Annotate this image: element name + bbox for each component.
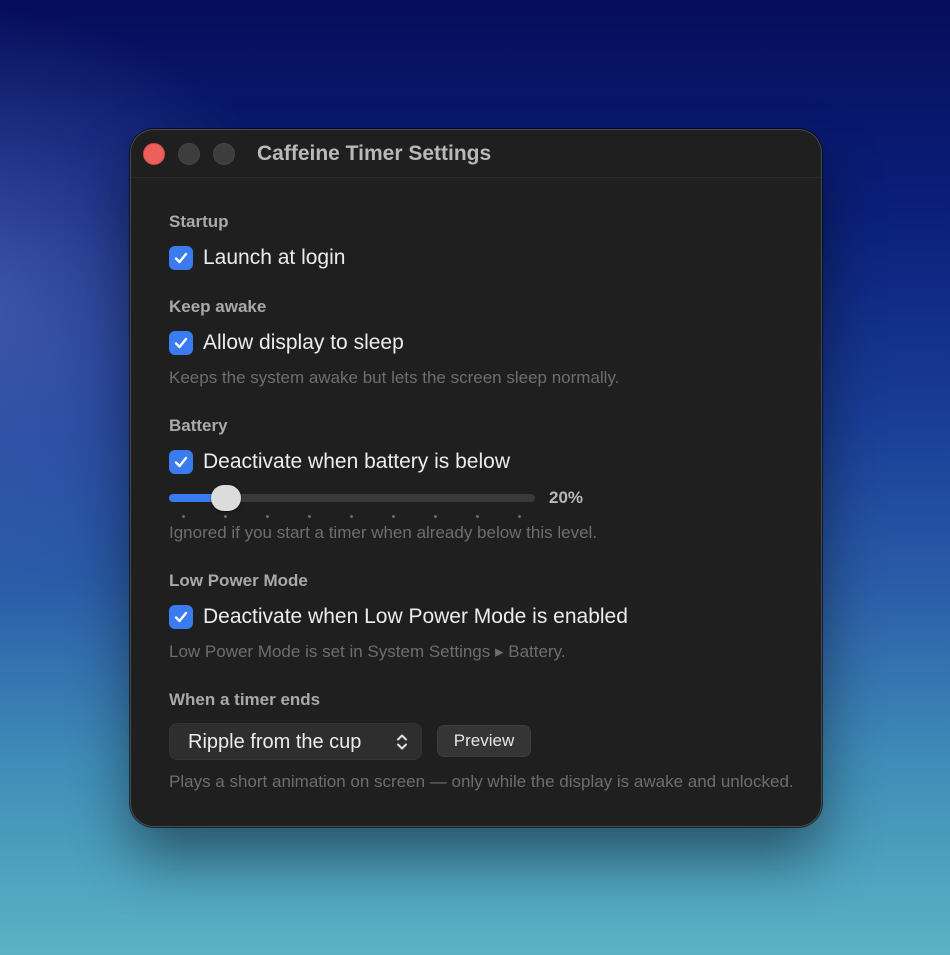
checkmark-icon — [174, 337, 188, 349]
select-value: Ripple from the cup — [188, 731, 362, 753]
section-heading-low-power-mode: Low Power Mode — [169, 571, 308, 590]
allow-display-sleep-checkbox[interactable]: Allow display to sleep — [169, 330, 404, 356]
deactivate-battery-label: Deactivate when battery is below — [203, 450, 510, 473]
slider-tick — [308, 515, 311, 518]
deactivate-low-power-checkbox[interactable]: Deactivate when Low Power Mode is enable… — [169, 604, 628, 630]
battery-threshold-value: 20% — [549, 488, 584, 507]
close-window-button[interactable] — [143, 143, 165, 165]
slider-tick — [392, 515, 395, 518]
slider-tick — [266, 515, 269, 518]
low-power-help-text: Low Power Mode is set in System Settings… — [169, 642, 566, 661]
checkbox-checked[interactable] — [169, 331, 193, 355]
battery-help-text: Ignored if you start a timer when alread… — [169, 523, 598, 542]
chevron-up-down-icon — [397, 734, 407, 750]
title-bar[interactable]: Caffeine Timer Settings — [131, 130, 821, 178]
deactivate-battery-checkbox[interactable]: Deactivate when battery is below — [169, 449, 510, 475]
slider-thumb[interactable] — [211, 485, 241, 511]
checkbox-checked[interactable] — [169, 246, 193, 270]
slider-tick — [224, 515, 227, 518]
launch-at-login-checkbox[interactable]: Launch at login — [169, 245, 345, 271]
section-heading-timer-end: When a timer ends — [169, 690, 321, 709]
minimize-window-button[interactable] — [178, 143, 200, 165]
slider-tick — [434, 515, 437, 518]
checkmark-icon — [174, 252, 188, 264]
battery-threshold-slider[interactable] — [169, 485, 535, 518]
section-heading-startup: Startup — [169, 212, 229, 231]
allow-display-sleep-label: Allow display to sleep — [203, 331, 404, 354]
checkmark-icon — [174, 611, 188, 623]
section-heading-battery: Battery — [169, 416, 228, 435]
section-heading-keep-awake: Keep awake — [169, 297, 267, 316]
checkbox-checked[interactable] — [169, 450, 193, 474]
preview-button[interactable]: Preview — [437, 725, 531, 757]
zoom-window-button[interactable] — [213, 143, 235, 165]
slider-tick — [350, 515, 353, 518]
slider-tick — [182, 515, 185, 518]
timer-end-help-text: Plays a short animation on screen — only… — [169, 772, 794, 791]
settings-window: Caffeine Timer Settings Startup Launch a… — [130, 129, 822, 827]
launch-at-login-label: Launch at login — [203, 246, 346, 269]
checkmark-icon — [174, 456, 188, 468]
timer-end-animation-select[interactable]: Ripple from the cup — [169, 723, 422, 760]
deactivate-low-power-label: Deactivate when Low Power Mode is enable… — [203, 605, 628, 628]
slider-tick — [518, 515, 521, 518]
window-title: Caffeine Timer Settings — [257, 142, 492, 165]
checkbox-checked[interactable] — [169, 605, 193, 629]
keep-awake-help-text: Keeps the system awake but lets the scre… — [169, 368, 620, 387]
slider-tick — [476, 515, 479, 518]
